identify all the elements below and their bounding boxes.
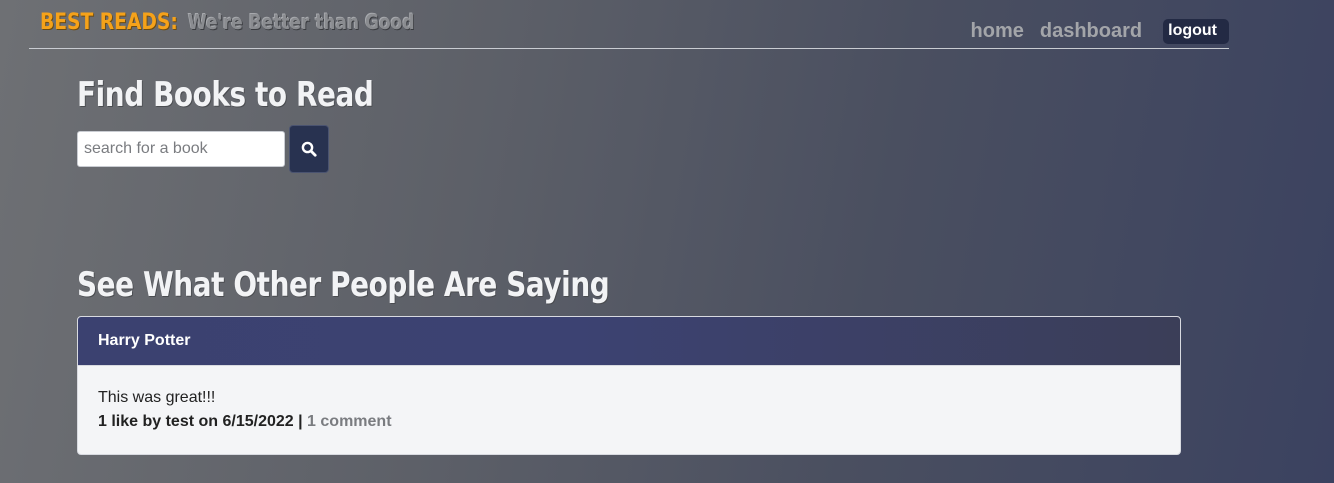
review-card-header: Harry Potter [78, 317, 1180, 366]
review-book-title[interactable]: Harry Potter [98, 332, 190, 350]
top-navbar: BEST READS: We're Better than Good home … [29, 0, 1229, 49]
logout-button[interactable]: logout [1163, 19, 1229, 44]
find-books-title: Find Books to Read [77, 75, 374, 115]
search-input[interactable] [77, 131, 285, 167]
review-text: This was great!!! [98, 389, 216, 406]
review-card-body: This was great!!! 1 like by test on 6/15… [78, 366, 1180, 432]
search-button[interactable] [289, 125, 329, 173]
nav-home-link[interactable]: home [971, 20, 1024, 43]
brand-name: BEST READS: [40, 10, 178, 35]
meta-separator: | [293, 413, 308, 430]
review-meta: 1 like by test on 6/15/2022 | 1 comment [98, 412, 1160, 432]
nav-dashboard-link[interactable]: dashboard [1040, 20, 1142, 43]
main-nav: home dashboard logout [971, 19, 1229, 44]
brand-tagline: We're Better than Good [187, 10, 415, 34]
reviews-title: See What Other People Are Saying [77, 265, 610, 305]
review-card: Harry Potter This was great!!! 1 like by… [77, 316, 1181, 455]
review-likes: 1 like by test on 6/15/2022 [98, 413, 294, 430]
search-icon [301, 141, 317, 157]
review-comments-link[interactable]: 1 comment [307, 413, 391, 430]
brand-logo[interactable]: BEST READS: We're Better than Good [40, 12, 454, 34]
book-search-form [77, 125, 329, 173]
